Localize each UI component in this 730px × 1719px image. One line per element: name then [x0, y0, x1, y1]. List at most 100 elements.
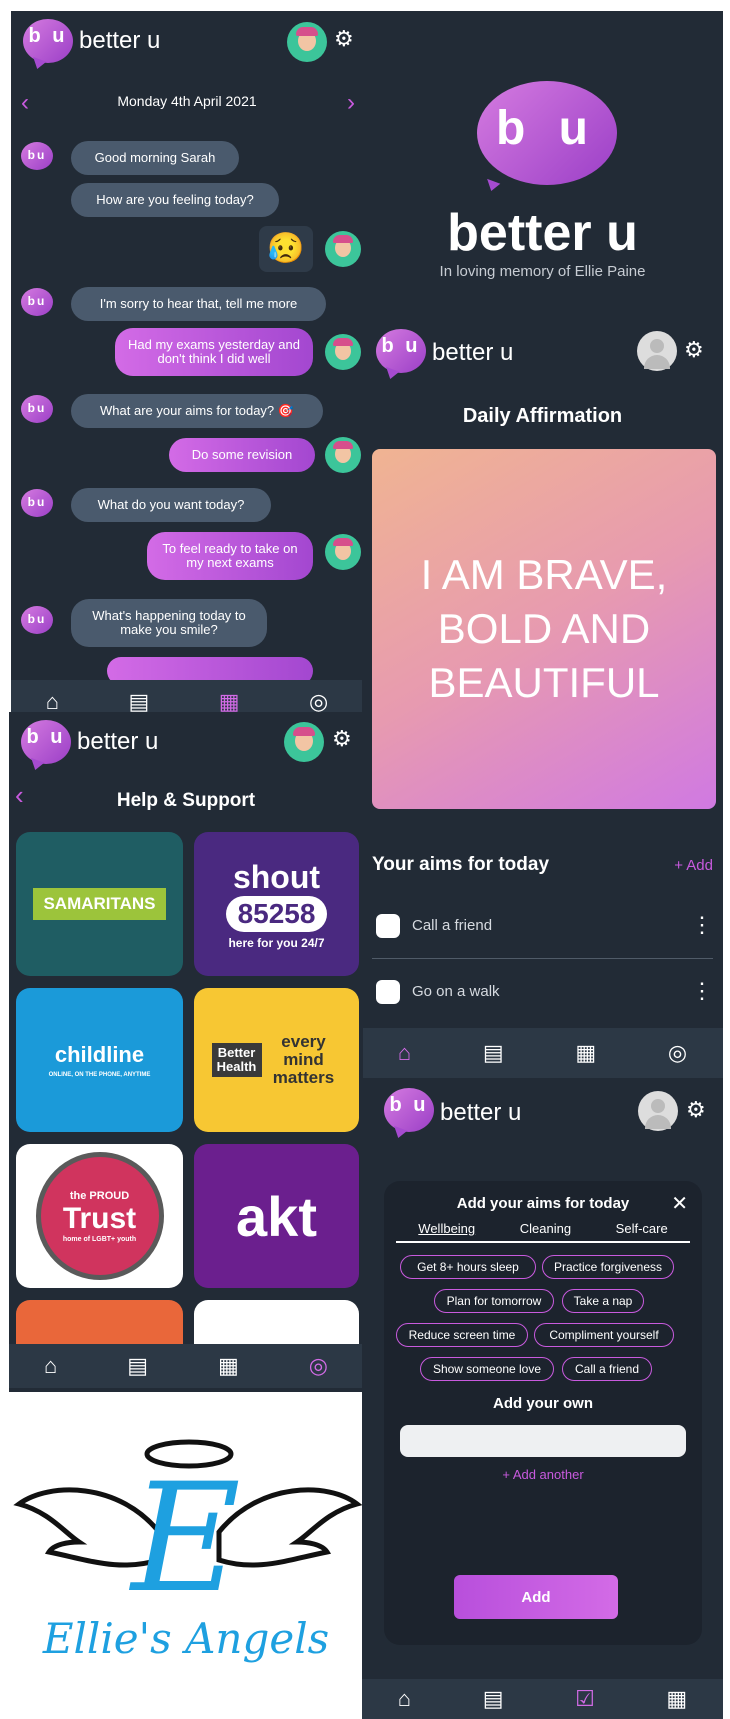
app-name: better u — [440, 1099, 522, 1126]
user-avatar-small — [325, 534, 361, 570]
next-day-button[interactable]: › — [347, 89, 355, 117]
user-avatar[interactable] — [638, 1091, 678, 1131]
chat-bubble-bot: I'm sorry to hear that, tell me more — [71, 287, 326, 321]
tab-self-care[interactable]: Self-care — [616, 1221, 668, 1241]
gear-icon[interactable]: ⚙ — [332, 726, 352, 752]
home-icon[interactable]: ⌂ — [398, 1040, 411, 1066]
aim-chip[interactable]: Practice forgiveness — [542, 1255, 674, 1279]
checklist-icon[interactable]: ☑ — [575, 1686, 595, 1712]
home-icon[interactable]: ⌂ — [44, 1353, 57, 1379]
bot-avatar: bu — [21, 395, 53, 423]
mood-emoji[interactable]: 😥 — [259, 226, 313, 272]
angels-caption: Ellie's Angels — [42, 1614, 330, 1663]
add-another-button[interactable]: + Add another — [384, 1467, 702, 1482]
support-title: Help & Support — [116, 790, 256, 811]
app-name: better u — [432, 339, 514, 366]
user-avatar[interactable] — [637, 331, 677, 371]
samaritans-tile[interactable]: SAMARITANS — [16, 832, 183, 976]
akt-tile[interactable]: akt — [194, 1144, 359, 1288]
add-button[interactable]: Add — [454, 1575, 618, 1619]
aim-label: Call a friend — [412, 917, 493, 934]
app-name: better u — [79, 27, 161, 54]
lifebuoy-icon[interactable]: ◎ — [668, 1040, 687, 1066]
bottom-nav: ⌂ ▤ ☑ ▦ — [362, 1679, 723, 1719]
aims-title: Your aims for today — [372, 854, 550, 875]
more-vert-icon[interactable]: ⋮ — [691, 978, 713, 1004]
chat-bubble-bot: What do you want today? — [71, 488, 271, 522]
journal-icon[interactable]: ▤ — [483, 1040, 504, 1066]
journal-icon[interactable]: ▤ — [483, 1686, 504, 1712]
aim-chip[interactable]: Get 8+ hours sleep — [400, 1255, 536, 1279]
splash-logo: b u — [477, 81, 617, 185]
splash-screen: b u better u In loving memory of Ellie P… — [362, 11, 723, 321]
aim-chip[interactable]: Compliment yourself — [534, 1323, 674, 1347]
aims-list: Call a friend ⋮ Go on a walk ⋮ — [372, 896, 713, 1026]
ellies-angels-logo: E Ellie's Angels — [9, 1392, 363, 1679]
app-logo: b u — [384, 1088, 434, 1132]
gear-icon[interactable]: ⚙ — [334, 26, 354, 52]
calendar-icon[interactable]: ▦ — [575, 1040, 596, 1066]
chat-bubble-bot: What are your aims for today? 🎯 — [71, 394, 323, 428]
chat-bubble-user: To feel ready to take on my next exams — [147, 532, 313, 580]
bot-avatar: bu — [21, 489, 53, 517]
aim-chip[interactable]: Call a friend — [562, 1357, 652, 1381]
close-icon[interactable]: ✕ — [671, 1191, 688, 1216]
bot-avatar: bu — [21, 606, 53, 634]
home-icon[interactable]: ⌂ — [398, 1686, 411, 1712]
memorial-text: In loving memory of Ellie Paine — [439, 263, 646, 280]
add-aims-screen: b u better u ⚙ Add your aims for today ✕… — [362, 1083, 723, 1719]
aim-chip[interactable]: Show someone love — [420, 1357, 554, 1381]
category-tabs: Wellbeing Cleaning Self-care — [396, 1221, 690, 1243]
calendar-icon[interactable]: ▦ — [666, 1686, 687, 1712]
chat-bubble-bot: How are you feeling today? — [71, 183, 279, 217]
childline-tile[interactable]: childline ONLINE, ON THE PHONE, ANYTIME — [16, 988, 183, 1132]
user-avatar-small — [325, 231, 361, 267]
user-avatar-small — [325, 437, 361, 473]
user-avatar[interactable] — [284, 722, 324, 762]
support-screen: b u better u ⚙ ‹ Help & Support SAMARITA… — [9, 712, 363, 1392]
user-avatar-small — [325, 334, 361, 370]
journal-icon[interactable]: ▤ — [127, 1353, 148, 1379]
lifebuoy-icon[interactable]: ◎ — [309, 1353, 328, 1379]
own-aim-input[interactable] — [400, 1425, 686, 1457]
chat-date: Monday 4th April 2021 — [117, 93, 257, 109]
bot-avatar: bu — [21, 142, 53, 170]
calendar-icon[interactable]: ▦ — [218, 1353, 239, 1379]
user-avatar[interactable] — [287, 22, 327, 62]
chat-bubble-user: Had my exams yesterday and don't think I… — [115, 328, 313, 376]
aims-modal: Add your aims for today ✕ Wellbeing Clea… — [384, 1181, 702, 1645]
tab-cleaning[interactable]: Cleaning — [520, 1221, 571, 1241]
proud-trust-tile[interactable]: the PROUD Trust home of LGBT+ youth — [16, 1144, 183, 1288]
modal-title: Add your aims for today — [456, 1195, 630, 1212]
more-vert-icon[interactable]: ⋮ — [691, 912, 713, 938]
tab-wellbeing[interactable]: Wellbeing — [418, 1221, 475, 1241]
app-logo: b u — [23, 19, 73, 63]
aim-row: Go on a walk ⋮ — [372, 962, 713, 1024]
chat-screen: b u better u ⚙ ‹ Monday 4th April 2021 ›… — [11, 11, 363, 724]
app-logo: b u — [21, 720, 71, 764]
bot-avatar: bu — [21, 288, 53, 316]
every-mind-matters-tile[interactable]: Better Health every mind matters — [194, 988, 359, 1132]
own-aim-title: Add your own — [493, 1395, 593, 1412]
aim-checkbox[interactable] — [376, 914, 400, 938]
app-logo: b u — [376, 329, 426, 373]
affirmation-card: I AM BRAVE, BOLD AND BEAUTIFUL — [372, 449, 716, 809]
aim-row: Call a friend ⋮ — [372, 896, 713, 959]
splash-brand-name: better u — [447, 204, 638, 262]
app-name: better u — [77, 728, 159, 755]
affirmation-text: I AM BRAVE, BOLD AND BEAUTIFUL — [420, 551, 668, 706]
aim-chip[interactable]: Plan for tomorrow — [434, 1289, 554, 1313]
bottom-nav: ⌂ ▤ ▦ ◎ — [362, 1028, 723, 1078]
add-aim-button[interactable]: + Add — [674, 857, 713, 874]
angel-letter: E — [131, 1452, 241, 1626]
aim-checkbox[interactable] — [376, 980, 400, 1004]
aim-label: Go on a walk — [412, 983, 500, 1000]
gear-icon[interactable]: ⚙ — [686, 1097, 706, 1123]
chat-bubble-bot: What's happening today to make you smile… — [71, 599, 267, 647]
gear-icon[interactable]: ⚙ — [684, 337, 704, 363]
aim-chip[interactable]: Reduce screen time — [396, 1323, 528, 1347]
affirmation-screen: b u better u ⚙ Daily Affirmation I AM BR… — [362, 321, 723, 1083]
aim-chip[interactable]: Take a nap — [562, 1289, 644, 1313]
shout-tile[interactable]: shout 85258 here for you 24/7 — [194, 832, 359, 976]
bottom-nav: ⌂ ▤ ▦ ◎ — [9, 1344, 363, 1388]
